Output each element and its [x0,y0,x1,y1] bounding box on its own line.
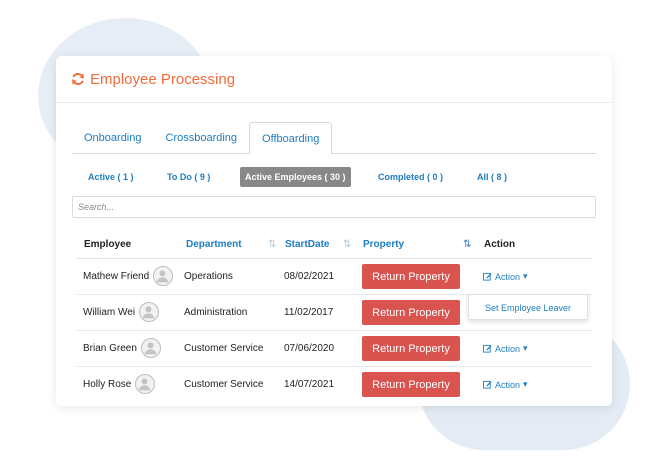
return-property-button[interactable]: Return Property [362,372,460,397]
filter-active-employees[interactable]: Active Employees ( 30 ) [240,167,351,187]
department-cell: Customer Service [184,343,264,354]
sort-icon[interactable]: ⇅ [343,239,351,250]
employee-name: Holly Rose [83,378,132,390]
department-cell: Operations [184,271,233,282]
startdate-cell: 14/07/2021 [284,379,335,390]
avatar [135,374,156,394]
column-header-action: Action [484,239,516,250]
department-cell: Administration [184,307,248,318]
column-header-department[interactable]: Department [186,239,242,250]
filter-todo[interactable]: To Do ( 9 ) [167,167,210,187]
filter-active[interactable]: Active ( 1 ) [88,167,134,187]
sort-icon[interactable]: ⇅ [268,239,276,250]
action-menu-button[interactable]: Action ▾ [483,343,528,354]
tab-onboarding[interactable]: Onboarding [72,122,154,154]
department-cell: Customer Service [184,379,264,390]
employee-name: Brian Green [83,342,137,354]
avatar [139,302,160,322]
employee-cell: Mathew Friend [83,265,174,287]
card-title: Employee Processing [71,71,235,88]
status-filters: Active ( 1 ) To Do ( 9 ) Active Employee… [72,167,596,187]
caret-down-icon: ▾ [523,271,528,281]
action-menu-button[interactable]: Action ▾ [483,379,528,390]
table-row: Brian Green Customer Service 07/06/2020 … [76,331,592,367]
startdate-cell: 07/06/2020 [284,343,335,354]
action-menu-button[interactable]: Action ▾ [483,271,528,282]
column-header-employee[interactable]: Employee [84,239,131,250]
caret-down-icon: ▾ [523,343,528,353]
stage: Employee Processing Onboarding Crossboar… [0,0,661,472]
process-tabs: Onboarding Crossboarding Offboarding [72,122,596,155]
avatar [153,266,174,286]
tab-offboarding[interactable]: Offboarding [249,122,333,155]
page-title: Employee Processing [90,70,236,88]
employee-name: William Wei [83,306,136,318]
avatar [140,338,161,358]
startdate-cell: 11/02/2017 [284,307,334,318]
card-header: Employee Processing [56,56,612,103]
table-row: Holly Rose Customer Service 14/07/2021 R… [76,367,592,403]
filter-completed[interactable]: Completed ( 0 ) [378,167,443,187]
sort-desc-icon[interactable]: ⇅ [463,239,471,250]
caret-down-icon: ▾ [523,379,528,389]
table-header: Employee Department ⇅ StartDate ⇅ Proper… [76,231,592,259]
action-label: Action [495,379,521,390]
column-header-startdate[interactable]: StartDate [285,239,329,250]
refresh-icon[interactable] [71,72,85,86]
edit-icon [483,380,492,389]
employee-cell: Brian Green [83,337,161,359]
table-row: Mathew Friend Operations 08/02/2021 Retu… [76,259,592,295]
employee-cell: Holly Rose [83,373,156,395]
return-property-button[interactable]: Return Property [362,336,460,361]
startdate-cell: 08/02/2021 [284,271,335,282]
tab-crossboarding[interactable]: Crossboarding [154,122,250,154]
action-label: Action [495,343,521,354]
employee-processing-card: Employee Processing Onboarding Crossboar… [56,56,612,406]
filter-all[interactable]: All ( 8 ) [477,167,507,187]
action-label: Action [495,271,521,282]
employee-cell: William Wei [83,301,160,323]
set-employee-leaver-menu-item[interactable]: Set Employee Leaver [468,294,588,320]
edit-icon [483,272,492,281]
column-header-property[interactable]: Property [363,239,404,250]
search-input[interactable] [72,196,596,218]
employee-name: Mathew Friend [83,270,150,282]
return-property-button[interactable]: Return Property [362,264,460,289]
edit-icon [483,344,492,353]
return-property-button[interactable]: Return Property [362,300,460,325]
